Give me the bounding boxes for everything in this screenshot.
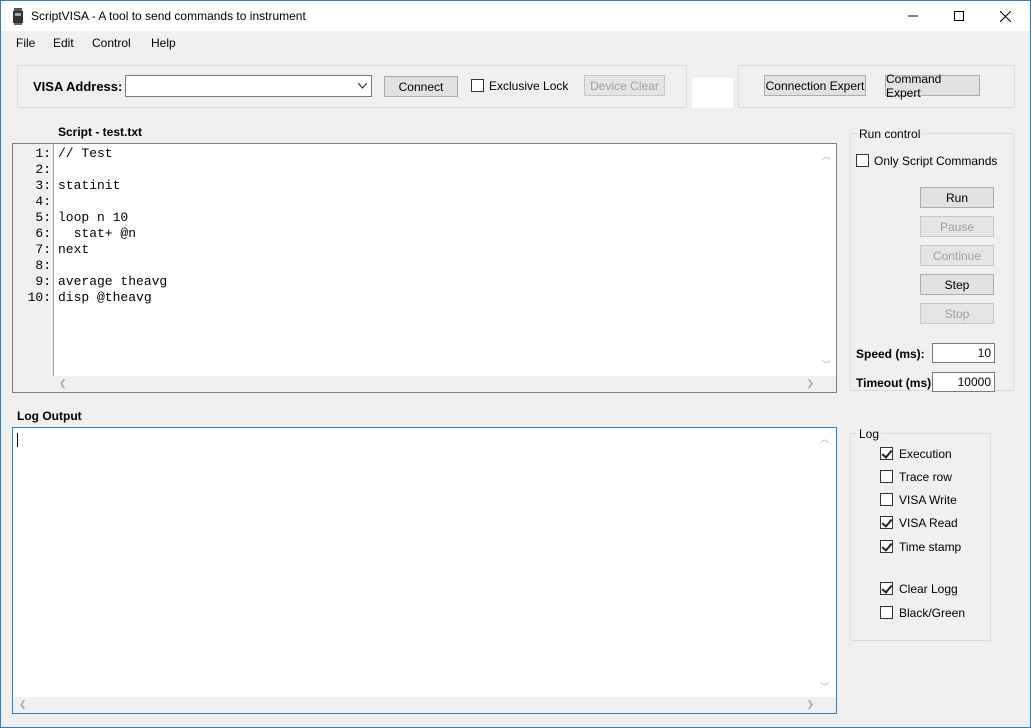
log-horizontal-scrollbar[interactable]: ❮ ❯ <box>13 697 836 713</box>
title-bar: ScriptVISA - A tool to send commands to … <box>1 1 1030 31</box>
line-number: 2: <box>35 162 51 177</box>
menu-control[interactable]: Control <box>92 36 131 50</box>
log-scroll-left-icon[interactable]: ❮ <box>19 699 27 710</box>
script-line: disp @theavg <box>58 290 152 305</box>
text-caret <box>17 433 18 447</box>
line-number: 3: <box>35 178 51 193</box>
visa-read-label: VISA Read <box>899 516 958 530</box>
menu-help[interactable]: Help <box>151 36 176 50</box>
scroll-right-icon[interactable]: ❯ <box>806 378 814 389</box>
script-line <box>58 258 167 274</box>
status-indicator <box>692 78 733 108</box>
menu-file[interactable]: File <box>16 36 35 50</box>
pause-button[interactable]: Pause <box>920 216 994 237</box>
stop-button[interactable]: Stop <box>920 303 994 324</box>
window-title: ScriptVISA - A tool to send commands to … <box>31 9 306 23</box>
exclusive-lock-label: Exclusive Lock <box>489 79 569 93</box>
script-line: statinit <box>58 178 121 193</box>
app-window: ScriptVISA - A tool to send commands to … <box>0 0 1031 728</box>
chevron-down-icon <box>358 83 367 89</box>
line-number: 6: <box>35 226 51 241</box>
maximize-icon <box>954 11 964 21</box>
log-output-textarea[interactable]: ︿ ﹀ ❮ ❯ <box>12 427 837 714</box>
scroll-down-icon[interactable]: ﹀ <box>822 358 831 371</box>
step-button[interactable]: Step <box>920 274 994 295</box>
line-number: 7: <box>35 242 51 257</box>
script-line: loop n 10 <box>58 210 129 225</box>
visa-write-label: VISA Write <box>899 493 957 507</box>
script-horizontal-scrollbar[interactable]: ❮ ❯ <box>53 376 836 392</box>
script-line <box>58 162 167 178</box>
visa-address-label: VISA Address: <box>33 79 123 94</box>
app-icon <box>13 8 23 25</box>
maximize-button[interactable] <box>936 1 982 31</box>
trace-row-label: Trace row <box>899 470 952 484</box>
script-line: // Test <box>58 146 113 161</box>
script-title: Script - test.txt <box>58 125 143 139</box>
line-number: 5: <box>35 210 51 225</box>
only-script-commands-checkbox[interactable] <box>856 154 869 167</box>
speed-label: Speed (ms): <box>856 347 925 361</box>
run-button[interactable]: Run <box>920 187 994 208</box>
timeout-label: Timeout (ms): <box>856 376 936 390</box>
close-icon <box>999 10 1011 22</box>
command-expert-button[interactable]: Command Expert <box>885 72 980 100</box>
scroll-left-icon[interactable]: ❮ <box>59 378 67 389</box>
black-green-checkbox[interactable] <box>880 606 893 619</box>
clear-logg-checkbox[interactable] <box>880 582 893 595</box>
log-scroll-down-icon[interactable]: ﹀ <box>820 680 829 693</box>
only-script-commands-label: Only Script Commands <box>874 154 998 168</box>
black-green-label: Black/Green <box>899 606 966 620</box>
script-line <box>58 194 167 210</box>
continue-button[interactable]: Continue <box>920 245 994 266</box>
time-stamp-label: Time stamp <box>899 540 962 554</box>
line-number: 10: <box>27 290 51 305</box>
script-line: stat+ @n <box>58 226 137 241</box>
timeout-input[interactable]: 10000 <box>932 372 995 392</box>
log-scroll-up-icon[interactable]: ︿ <box>820 432 829 445</box>
script-editor-frame: 1: 2: 3: 4: 5: 6: 7: 8: 9: 10: // Test statinit loo… <box>12 143 837 393</box>
line-number: 8: <box>35 258 51 273</box>
execution-checkbox[interactable] <box>880 447 893 460</box>
log-output-title: Log Output <box>17 409 82 423</box>
connection-expert-button[interactable]: Connection Expert <box>764 75 866 96</box>
minimize-icon <box>908 15 918 17</box>
script-text-area[interactable]: // Test statinit loop n 10 stat+ @n next ave… <box>53 144 836 376</box>
visa-write-checkbox[interactable] <box>880 493 893 506</box>
execution-label: Execution <box>899 447 952 461</box>
time-stamp-checkbox[interactable] <box>880 540 893 553</box>
menu-bar: File Edit Control Help <box>1 32 1030 54</box>
run-control-title: Run control <box>857 127 923 141</box>
device-clear-button[interactable]: Device Clear <box>584 75 665 96</box>
log-group-title: Log <box>857 427 882 441</box>
close-button[interactable] <box>982 1 1028 31</box>
line-number: 1: <box>35 146 51 161</box>
line-number: 4: <box>35 194 51 209</box>
menu-edit[interactable]: Edit <box>53 36 74 50</box>
connect-button[interactable]: Connect <box>384 76 458 97</box>
visa-address-combobox[interactable] <box>125 75 372 97</box>
script-line: next <box>58 242 90 257</box>
exclusive-lock-checkbox[interactable] <box>471 79 484 92</box>
line-number: 9: <box>35 274 51 289</box>
line-number-gutter: 1: 2: 3: 4: 5: 6: 7: 8: 9: 10: <box>13 144 53 372</box>
speed-input[interactable]: 10 <box>932 343 995 363</box>
script-line: average theavg <box>58 274 168 289</box>
log-scroll-right-icon[interactable]: ❯ <box>806 699 814 710</box>
clear-logg-label: Clear Logg <box>899 582 958 596</box>
minimize-button[interactable] <box>890 1 936 31</box>
trace-row-checkbox[interactable] <box>880 470 893 483</box>
visa-read-checkbox[interactable] <box>880 516 893 529</box>
scroll-up-icon[interactable]: ︿ <box>822 149 831 162</box>
